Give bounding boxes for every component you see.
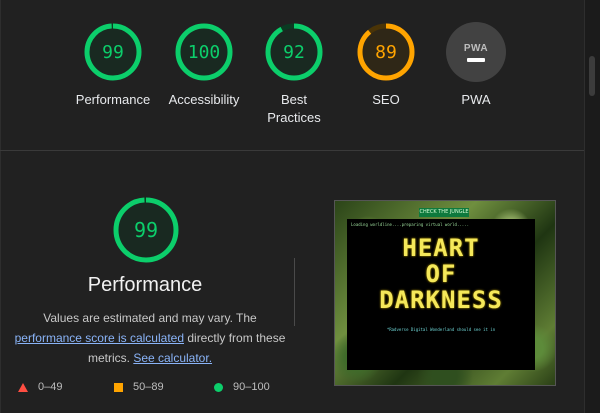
gauge-score: 99 [102, 41, 124, 63]
gauge-best-practices[interactable]: 92 [264, 22, 324, 82]
gauge-score: 99 [133, 218, 159, 242]
loading-text: Loading worldline....preparing virtual w… [351, 222, 470, 227]
description-text: Values are estimated and may vary. The [43, 311, 257, 325]
legend-fail-label: 0–49 [38, 381, 63, 393]
pwa-badge-text: PWA [463, 42, 489, 54]
gauge-seo[interactable]: 89 [356, 22, 416, 82]
gauge-pwa[interactable]: PWA [446, 22, 506, 82]
gauge-score: 92 [283, 41, 305, 63]
gauge-accessibility[interactable]: 100 [174, 22, 234, 82]
pwa-dash-icon [467, 57, 485, 62]
performance-detail-gauge: 99 [112, 196, 180, 264]
legend-average-label: 50–89 [133, 381, 164, 393]
gauge-label-pwa: PWA [461, 92, 491, 107]
final-screenshot[interactable]: CHECK THE JUNGLE Loading worldline....pr… [334, 200, 556, 386]
terminal-window: Loading worldline....preparing virtual w… [347, 219, 535, 370]
subline-text: *Radverse Digital Wonderland should see … [386, 327, 496, 332]
legend-pass: 90–100 [214, 378, 270, 396]
performance-description: Values are estimated and may vary. The p… [12, 308, 288, 368]
legend-fail: 0–49 [18, 378, 62, 396]
check-jungle-button: CHECK THE JUNGLE [419, 208, 469, 217]
title-art: HEART OF DARKNESS [347, 235, 535, 313]
pass-circle-icon [214, 382, 223, 392]
gauge-score: 89 [375, 41, 397, 63]
performance-title: Performance [87, 274, 203, 296]
scrollbar-thumb[interactable] [589, 56, 595, 96]
panel-left-border [0, 0, 1, 413]
section-divider [0, 150, 584, 151]
gauge-score: 100 [187, 41, 221, 63]
see-calculator-link[interactable]: See calculator. [133, 351, 212, 365]
legend-pass-label: 90–100 [233, 381, 270, 393]
gauge-performance[interactable]: 99 [83, 22, 143, 82]
title-line: HEART [402, 234, 480, 262]
performance-score-link[interactable]: performance score is calculated [15, 331, 184, 345]
average-square-icon [114, 382, 123, 392]
title-line: OF [425, 260, 457, 288]
vertical-separator [294, 258, 295, 326]
fail-triangle-icon [18, 382, 28, 392]
legend-average: 50–89 [114, 378, 164, 396]
title-line: DARKNESS [379, 286, 503, 314]
